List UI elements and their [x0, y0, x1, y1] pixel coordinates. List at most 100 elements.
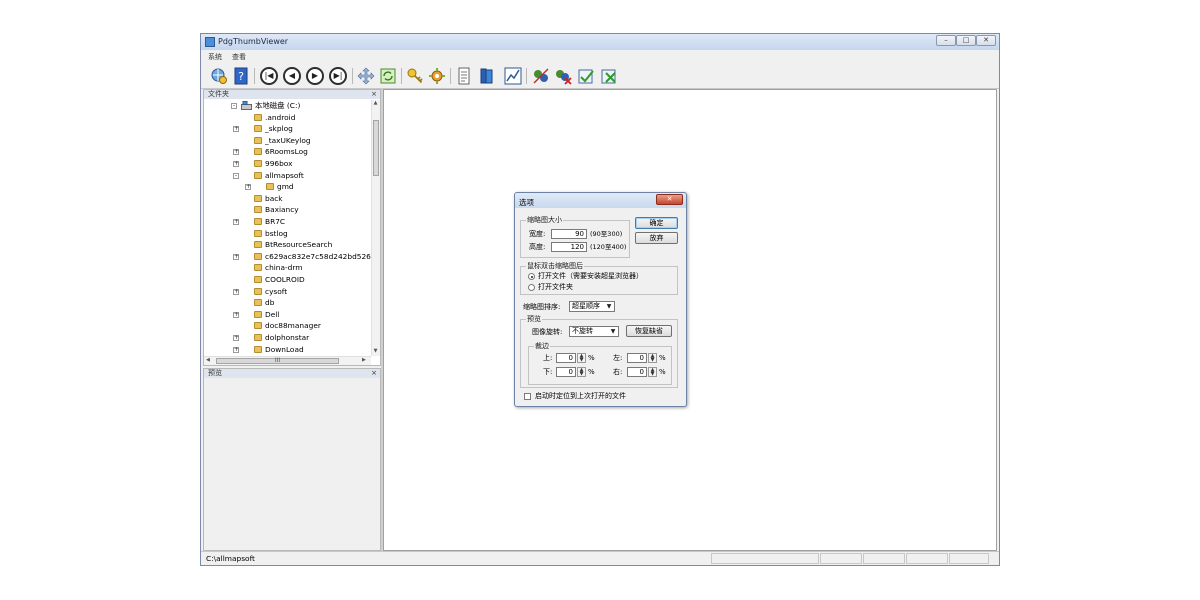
- tree-item-label: cysoft: [265, 286, 288, 296]
- scroll-right-icon[interactable]: ▶: [362, 357, 366, 364]
- tree-expander[interactable]: +: [233, 253, 239, 260]
- tools-icon[interactable]: [532, 67, 550, 85]
- preview-panel-close-button[interactable]: ×: [371, 369, 377, 378]
- folder-icon: [254, 136, 262, 144]
- height-label: 高度:: [529, 243, 546, 251]
- crop-top-input[interactable]: 0: [556, 353, 576, 363]
- tree-item-label: DownLoad: [265, 344, 304, 354]
- toolbar: ? |◀ ◀ ▶ ▶|: [201, 63, 999, 89]
- folder-tree[interactable]: - 本地磁盘 (C:) .android + _skplog _taxUKeylog +…: [204, 100, 380, 356]
- chart-icon[interactable]: [504, 67, 522, 85]
- thumbnail-view[interactable]: [383, 89, 997, 551]
- svg-text:?: ?: [238, 70, 244, 83]
- tree-vertical-scrollbar[interactable]: ▲ ▼: [371, 100, 380, 356]
- close-window-button[interactable]: ✕: [976, 35, 996, 46]
- scroll-up-icon[interactable]: ▲: [372, 100, 379, 106]
- exit-icon[interactable]: [600, 67, 618, 85]
- crop-bottom-spinner[interactable]: ▲ ▼: [577, 367, 586, 377]
- tree-expander[interactable]: +: [233, 149, 239, 156]
- double-click-group: 鼠标双击缩略图后 打开文件（需要安装超星浏览器） 打开文件夹: [520, 262, 678, 295]
- check-icon[interactable]: [577, 67, 595, 85]
- rotate-select[interactable]: 不旋转 ▼: [569, 326, 619, 337]
- tree-expander[interactable]: -: [233, 172, 239, 179]
- document-icon[interactable]: [455, 67, 473, 85]
- toolbar-separator: [352, 68, 353, 84]
- key-icon[interactable]: [406, 67, 424, 85]
- options-dialog: 选项 ✕ 缩略图大小 宽度: 90 (90至300) 高度: 120 (120至…: [514, 192, 687, 407]
- crop-left-spinner[interactable]: ▲ ▼: [648, 353, 657, 363]
- help-globe-icon[interactable]: [210, 67, 228, 85]
- first-icon[interactable]: |◀: [260, 67, 278, 85]
- restore-default-button[interactable]: 恢复缺省: [626, 325, 672, 337]
- folder-panel-header: 文件夹 ×: [204, 90, 380, 99]
- tree-expander[interactable]: +: [233, 126, 239, 133]
- tree-expander[interactable]: +: [233, 311, 239, 318]
- tree-item-label: Dell: [265, 309, 280, 319]
- sort-select[interactable]: 超星顺序 ▼: [569, 301, 615, 312]
- move-icon[interactable]: [357, 67, 375, 85]
- tree-item-label: 6RoomsLog: [265, 147, 308, 157]
- cancel-button[interactable]: 放弃: [635, 232, 678, 244]
- crop-top-spinner[interactable]: ▲ ▼: [577, 353, 586, 363]
- dialog-title-bar[interactable]: 选项 ✕: [515, 193, 686, 208]
- book-help-icon[interactable]: ?: [232, 67, 250, 85]
- folder-icon: [254, 252, 262, 260]
- tree-expander[interactable]: +: [233, 161, 239, 167]
- tree-horizontal-scrollbar[interactable]: ◀ III ▶: [204, 356, 371, 365]
- crop-right-spinner[interactable]: ▲ ▼: [648, 367, 657, 377]
- startup-locate-checkbox[interactable]: [524, 393, 531, 400]
- settings-icon[interactable]: [428, 67, 446, 85]
- tree-expander[interactable]: +: [233, 335, 239, 341]
- percent-unit: %: [659, 368, 666, 376]
- chevron-down-icon: ▼: [606, 303, 612, 310]
- tree-horizontal-scroll-thumb[interactable]: III: [216, 358, 339, 364]
- tree-expander[interactable]: +: [233, 219, 239, 225]
- tree-expander[interactable]: +: [245, 184, 251, 191]
- tree-item-label: 本地磁盘 (C:): [255, 101, 301, 110]
- thumbnail-size-group: 缩略图大小 宽度: 90 (90至300) 高度: 120 (120至400): [520, 216, 630, 258]
- menu-system[interactable]: 系统: [208, 52, 222, 62]
- library-icon[interactable]: [478, 67, 496, 85]
- last-icon[interactable]: ▶|: [329, 67, 347, 85]
- menu-view[interactable]: 查看: [232, 52, 246, 62]
- previous-icon[interactable]: ◀: [283, 67, 301, 85]
- refresh-icon[interactable]: [379, 67, 397, 85]
- folder-icon: [266, 183, 274, 191]
- status-pane: [820, 553, 862, 564]
- minimize-button[interactable]: –: [936, 35, 956, 46]
- ok-button[interactable]: 确定: [635, 217, 678, 229]
- open-file-radio[interactable]: [528, 273, 535, 280]
- width-input[interactable]: 90: [551, 229, 587, 239]
- crop-right-input[interactable]: 0: [627, 367, 647, 377]
- tools-delete-icon[interactable]: [554, 67, 572, 85]
- folder-icon: [254, 206, 262, 214]
- folder-panel-close-button[interactable]: ×: [371, 90, 377, 99]
- tree-item-label: doc88manager: [265, 321, 321, 331]
- tree-expander[interactable]: +: [233, 346, 239, 353]
- maximize-button[interactable]: □: [956, 35, 976, 46]
- scroll-down-icon[interactable]: ▼: [372, 348, 379, 354]
- preview-group: 预览 图像旋转: 不旋转 ▼ 恢复缺省 裁边 上: 0 ▲ ▼ % 左: 0 ▲ ▼…: [520, 315, 678, 388]
- open-folder-radio[interactable]: [528, 284, 535, 291]
- folder-icon: [254, 310, 262, 318]
- folder-icon: [254, 171, 262, 179]
- group-title: 裁边: [534, 342, 550, 351]
- title-bar[interactable]: PdgThumbViewer – □ ✕: [201, 34, 999, 50]
- tree-item-label: gmd: [277, 182, 294, 192]
- next-icon[interactable]: ▶: [306, 67, 324, 85]
- folder-icon: [254, 287, 262, 295]
- folder-icon: [254, 276, 262, 283]
- crop-left-input[interactable]: 0: [627, 353, 647, 363]
- tree-item-label: _skplog: [265, 124, 293, 134]
- width-label: 宽度:: [529, 230, 546, 238]
- scroll-left-icon[interactable]: ◀: [206, 357, 210, 364]
- open-folder-label: 打开文件夹: [538, 283, 573, 291]
- dialog-close-button[interactable]: ✕: [656, 194, 683, 205]
- height-input[interactable]: 120: [551, 242, 587, 252]
- tree-item-label: china-drm: [265, 263, 303, 273]
- crop-bottom-input[interactable]: 0: [556, 367, 576, 377]
- tree-expander[interactable]: -: [231, 103, 237, 109]
- tree-expander[interactable]: +: [233, 288, 239, 295]
- tree-vertical-scroll-thumb[interactable]: [373, 120, 379, 176]
- status-pane: [949, 553, 989, 564]
